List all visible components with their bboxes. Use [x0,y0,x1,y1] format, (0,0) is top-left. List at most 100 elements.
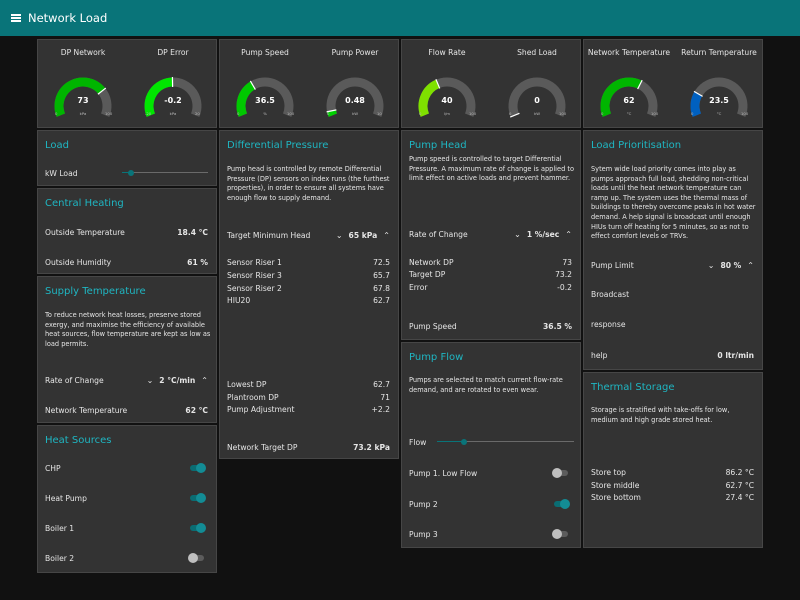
differential-pressure-card: Differential Pressure Pump head is contr… [219,130,399,459]
network-dp-value: 73 [562,257,572,267]
heat-source-label: Boiler 2 [45,554,75,563]
boiler-1-toggle[interactable] [188,523,206,533]
target-minimum-head-stepper[interactable]: ⌄ 65 kPa ⌃ [330,231,390,240]
gauge-min: 0 [327,111,330,116]
chevron-down-icon[interactable]: ⌄ [514,230,521,239]
heat-source-label: Heat Pump [45,494,87,503]
pump-rate-of-change-value: 1 %/sec [526,229,560,239]
pump-3-toggle[interactable] [552,529,570,539]
gauge-value: 62 [623,96,635,105]
store-bottom-value: 27.4 °C [725,492,754,502]
gauge-unit: °C [716,111,722,116]
pump-power-gauge: 0.48 kW 0 10 [325,74,385,128]
gauge-value: 73 [77,96,89,105]
gauge-unit: kPa [79,111,87,116]
gauge-value: 40 [441,96,453,105]
outside-humidity-label: Outside Humidity [45,257,112,267]
chp-toggle[interactable] [188,463,206,473]
pump-adjustment-row: Pump Adjustment +2.2 [227,403,390,415]
heat-sources-card: Heat Sources CHP Heat Pump Boiler 1 Boil… [37,425,217,573]
gauge-title-dp-error: DP Error [157,48,189,57]
supply-rate-of-change-row: Rate of Change ⌄ 2 °C/min ⌃ [45,374,208,386]
pump-limit-row: Pump Limit ⌄ 80 % ⌃ [591,259,754,271]
thermal-storage-card: Thermal Storage Storage is stratified wi… [583,372,763,548]
pump-speed-label: Pump Speed [409,321,457,331]
pump-1-toggle[interactable] [552,468,570,478]
dp-error-gauge: -0.2 kPa -20 20 [143,74,203,128]
flow-label: Flow [409,438,427,447]
store-middle-value: 62.7 °C [725,480,754,490]
kw-load-label: kW Load [45,169,78,178]
store-middle-row: Store middle 62.7 °C [591,479,754,491]
sensor-label: Sensor Riser 1 [227,257,282,267]
boiler-2-toggle[interactable] [188,553,206,563]
flow-slider-thumb[interactable] [461,439,467,445]
help-value: 0 ltr/min [717,350,754,360]
menu-icon[interactable] [11,14,21,22]
lowest-dp-row: Lowest DP 62.7 [227,378,390,390]
plantroom-dp-value: 71 [380,392,390,402]
store-top-label: Store top [591,467,626,477]
kw-load-slider-thumb[interactable] [128,170,134,176]
gauge-min: 0 [691,111,694,116]
broadcast-label: Broadcast [591,290,630,299]
gauge-max: 20 [195,111,200,116]
pump-adjustment-label: Pump Adjustment [227,404,295,414]
outside-temperature-row: Outside Temperature 18.4 °C [45,226,208,238]
gauge-max: 100 [651,111,659,116]
sensor-label: HIU20 [227,295,251,305]
kw-load-slider[interactable] [122,168,208,178]
heat-pump-toggle[interactable] [188,493,206,503]
supply-temperature-card: Supply Temperature To reduce network hea… [37,276,217,423]
pump-flow-card: Pump Flow Pumps are selected to match cu… [401,342,581,548]
gauge-unit: kW [352,111,358,116]
gauge-min: 0 [419,111,422,116]
pump-rate-of-change-stepper[interactable]: ⌄ 1 %/sec ⌃ [508,230,572,239]
pump-2-toggle[interactable] [552,499,570,509]
gauge-title-shed-load: Shed Load [517,48,557,57]
response-label: response [591,320,626,329]
load-prioritisation-title: Load Prioritisation [591,140,682,151]
pump-limit-stepper[interactable]: ⌄ 80 % ⌃ [702,261,754,270]
gauge-title-dp-network: DP Network [60,48,106,57]
supply-rate-of-change-stepper[interactable]: ⌄ 2 °C/min ⌃ [141,376,208,385]
gauge-card-dp: DP Network DP Error 73 kPa 0 100 -0.2 kPa -20… [37,39,217,128]
load-title: Load [45,140,69,151]
load-prioritisation-description: Sytem wide load priority comes into play… [591,165,756,241]
thermal-storage-title: Thermal Storage [591,382,675,393]
gauge-min: 0 [55,111,58,116]
network-dp-row: Network DP 73 [409,256,572,268]
chevron-down-icon[interactable]: ⌄ [336,231,343,240]
supply-network-temperature-label: Network Temperature [45,405,128,415]
outside-temperature-label: Outside Temperature [45,227,125,237]
supply-network-temperature-value: 62 °C [185,405,208,415]
return-temperature-gauge: 23.5 °C 0 100 [689,74,749,128]
page-title: Network Load [28,11,108,25]
pump-limit-label: Pump Limit [591,260,634,270]
flow-slider[interactable] [437,437,574,447]
pump-limit-value: 80 % [720,260,742,270]
chevron-up-icon[interactable]: ⌃ [383,231,390,240]
chevron-up-icon[interactable]: ⌃ [747,261,754,270]
gauge-unit: kPa [169,111,177,116]
pump-rate-of-change-label: Rate of Change [409,229,468,239]
chevron-down-icon[interactable]: ⌄ [708,261,715,270]
sensor-value: 67.8 [373,283,390,293]
chevron-up-icon[interactable]: ⌃ [201,376,208,385]
gauge-unit: °C [626,111,632,116]
sensor-row: Sensor Riser 1 72.5 [227,256,390,268]
target-dp-value: 73.2 [555,269,572,279]
gauge-min: 0 [509,111,512,116]
plantroom-dp-row: Plantroom DP 71 [227,391,390,403]
heat-source-label: Boiler 1 [45,524,75,533]
chevron-down-icon[interactable]: ⌄ [147,376,154,385]
central-heating-title: Central Heating [45,198,124,209]
target-minimum-head-value: 65 kPa [348,230,378,240]
gauge-min: -20 [145,111,152,116]
sensor-row: HIU20 62.7 [227,294,390,306]
chevron-up-icon[interactable]: ⌃ [565,230,572,239]
sensor-value: 62.7 [373,295,390,305]
supply-temperature-title: Supply Temperature [45,286,146,297]
gauge-value: -0.2 [164,96,182,105]
load-prioritisation-card: Load Prioritisation Sytem wide load prio… [583,130,763,370]
